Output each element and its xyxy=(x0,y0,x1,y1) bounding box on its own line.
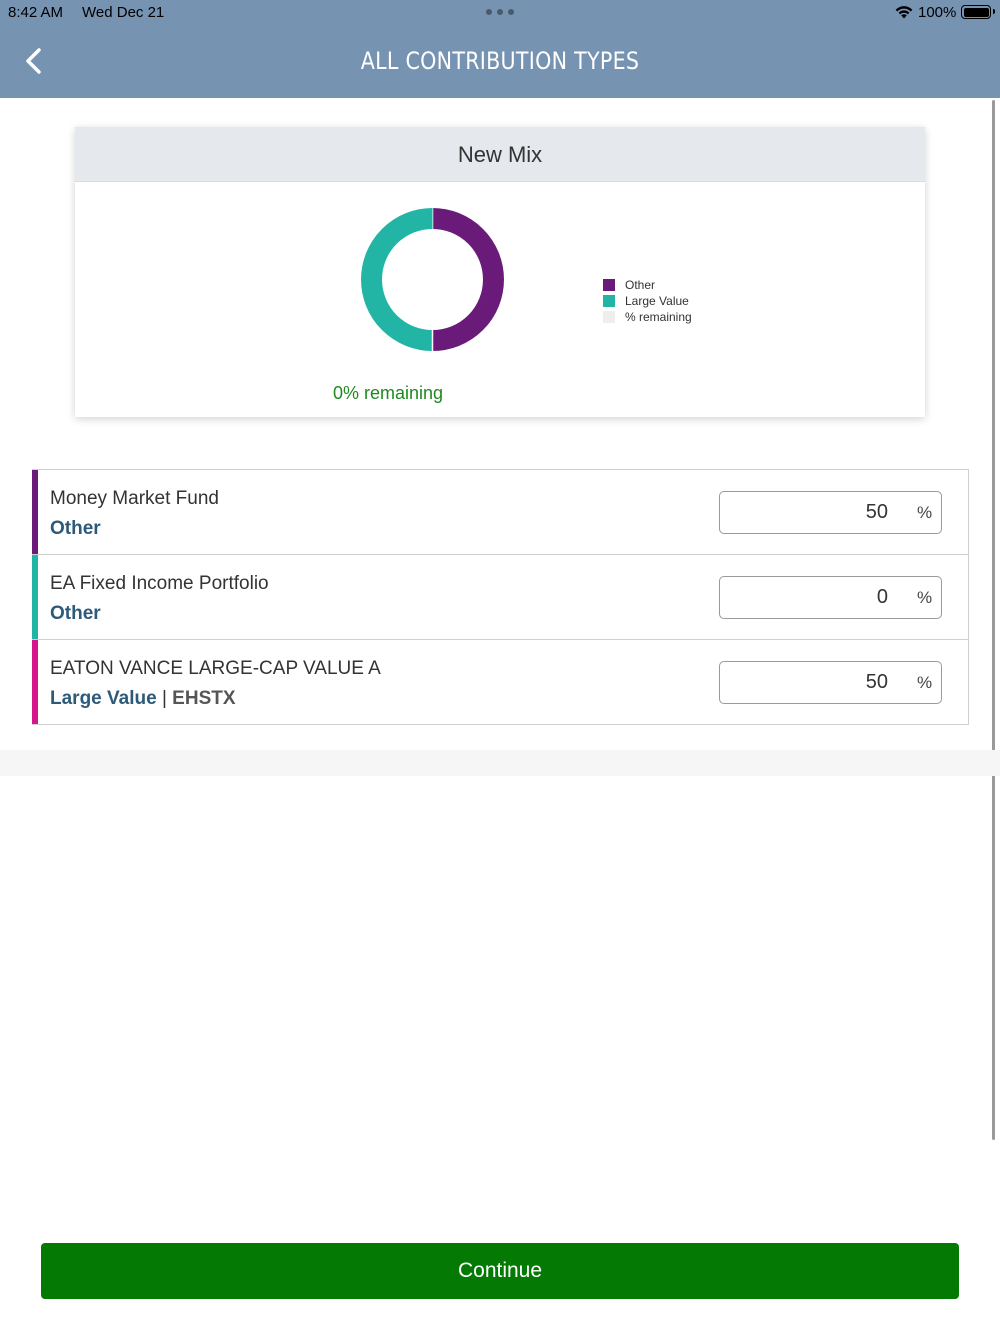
fund-list: Money Market Fund Other % EA Fixed Incom… xyxy=(32,469,969,725)
legend-label: Other xyxy=(625,278,656,292)
allocation-input-box[interactable]: % xyxy=(719,576,942,619)
legend-swatch xyxy=(603,311,615,323)
donut-slice-large-value xyxy=(361,208,433,351)
legend-item: Other xyxy=(603,277,692,293)
fund-name: EA Fixed Income Portfolio xyxy=(50,573,269,594)
legend-label: Large Value xyxy=(625,294,689,308)
nav-bar: ALL CONTRIBUTION TYPES xyxy=(0,24,1000,98)
fund-color-bar xyxy=(32,555,38,639)
mix-card-title: New Mix xyxy=(75,127,925,182)
fund-category: Other xyxy=(50,518,101,539)
legend-swatch xyxy=(603,295,615,307)
allocation-input-box[interactable]: % xyxy=(719,491,942,534)
fund-category: Large Value xyxy=(50,688,157,709)
new-mix-card: New Mix Other Large Value % remaining 0% r… xyxy=(75,127,925,417)
chart-legend: Other Large Value % remaining xyxy=(603,277,692,325)
fund-category: Other xyxy=(50,603,101,624)
donut-slice-other xyxy=(432,208,504,351)
status-time: 8:42 AM xyxy=(8,4,64,21)
percent-unit: % xyxy=(917,673,933,692)
section-divider xyxy=(0,750,1000,776)
status-bar: 8:42 AM Wed Dec 21 100% xyxy=(0,0,1000,24)
fund-ticker: EHSTX xyxy=(172,688,236,709)
status-date: Wed Dec 21 xyxy=(82,4,165,21)
fund-row: Money Market Fund Other % xyxy=(32,470,969,555)
remaining-text: 0% remaining xyxy=(333,383,444,403)
page-title: ALL CONTRIBUTION TYPES xyxy=(360,47,640,75)
allocation-percent-input[interactable] xyxy=(720,492,890,533)
fund-category-line: Large Value | EHSTX xyxy=(50,688,236,710)
allocation-input-box[interactable]: % xyxy=(719,661,942,704)
legend-swatch xyxy=(603,279,615,291)
continue-button[interactable]: Continue xyxy=(41,1243,959,1299)
fund-name: Money Market Fund xyxy=(50,488,219,509)
fund-row: EA Fixed Income Portfolio Other % xyxy=(32,555,969,640)
scroll-indicator[interactable] xyxy=(992,100,995,1140)
allocation-percent-input[interactable] xyxy=(720,662,890,703)
legend-item: % remaining xyxy=(603,309,692,325)
legend-item: Large Value xyxy=(603,293,692,309)
wifi-icon xyxy=(895,6,913,19)
fund-name: EATON VANCE LARGE-CAP VALUE A xyxy=(50,658,381,679)
allocation-donut-chart xyxy=(361,208,504,351)
multitasking-dots-icon[interactable] xyxy=(486,9,514,15)
chevron-left-icon[interactable] xyxy=(20,44,50,78)
percent-unit: % xyxy=(917,588,933,607)
percent-unit: % xyxy=(917,503,933,522)
battery-icon xyxy=(961,5,995,19)
battery-percent: 100% xyxy=(918,4,957,21)
fund-row: EATON VANCE LARGE-CAP VALUE A Large Valu… xyxy=(32,640,969,725)
legend-label: % remaining xyxy=(625,310,692,324)
allocation-percent-input[interactable] xyxy=(720,577,890,618)
fund-color-bar xyxy=(32,640,38,724)
fund-color-bar xyxy=(32,470,38,554)
category-separator: | xyxy=(161,688,167,709)
